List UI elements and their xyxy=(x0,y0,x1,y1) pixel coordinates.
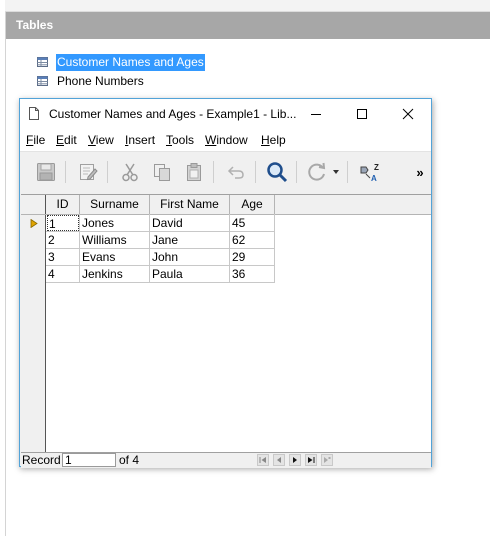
record-number-input[interactable]: 1 xyxy=(62,453,116,467)
chevron-down-icon xyxy=(333,170,339,174)
last-record-button[interactable] xyxy=(305,454,317,466)
refresh-dropdown[interactable] xyxy=(330,160,342,184)
table-item-label: Customer Names and Ages xyxy=(56,53,205,71)
copy-button[interactable] xyxy=(150,160,174,184)
menu-bar: File Edit View Insert Tools Window Help xyxy=(20,129,431,151)
toolbar-separator xyxy=(296,161,297,183)
menu-help[interactable]: Help xyxy=(261,133,286,147)
column-header-age[interactable]: Age xyxy=(230,195,275,214)
cut-icon xyxy=(122,163,138,182)
table-cell-age[interactable]: 36 xyxy=(232,266,274,282)
table-cell-surname[interactable]: Jones xyxy=(82,215,148,231)
new-record-button[interactable] xyxy=(321,454,333,466)
table-cell-id[interactable]: 4 xyxy=(48,266,78,282)
last-record-icon xyxy=(308,457,315,463)
refresh-button[interactable] xyxy=(305,160,329,184)
table-cell-first-name[interactable]: David xyxy=(152,215,228,231)
table-data-view-window[interactable]: Customer Names and Ages - Example1 - Lib… xyxy=(19,98,432,468)
find-button[interactable] xyxy=(265,160,289,184)
menu-insert[interactable]: Insert xyxy=(125,133,155,147)
table-item-label: Phone Numbers xyxy=(57,73,144,88)
table-cell-age[interactable]: 29 xyxy=(232,249,274,265)
toolbar-separator xyxy=(107,161,108,183)
undo-button[interactable] xyxy=(224,160,248,184)
table-item-phone-numbers[interactable]: Phone Numbers xyxy=(37,72,145,90)
table-cell-surname[interactable]: Jenkins xyxy=(82,266,148,282)
paste-icon xyxy=(187,163,201,181)
toolbar-overflow-button[interactable]: » xyxy=(413,160,427,184)
save-button[interactable] xyxy=(34,160,58,184)
table-cell-age[interactable]: 45 xyxy=(232,215,274,231)
menu-window[interactable]: Window xyxy=(205,133,248,147)
table-cell-surname[interactable]: Evans xyxy=(82,249,148,265)
panel-top-strip xyxy=(5,0,490,12)
sort-icon: Z A xyxy=(360,163,379,183)
first-record-button[interactable] xyxy=(257,454,269,466)
table-icon xyxy=(37,76,48,86)
edit-button[interactable] xyxy=(76,160,100,184)
table-cell-first-name[interactable]: Jane xyxy=(152,232,228,248)
corner-cell xyxy=(21,195,46,214)
sort-button[interactable]: Z A xyxy=(358,160,382,184)
undo-icon xyxy=(227,166,244,179)
record-label: Record xyxy=(22,453,61,467)
tables-section-header[interactable]: Tables xyxy=(6,12,490,39)
maximize-icon xyxy=(357,109,367,119)
window-title: Customer Names and Ages - Example1 - Lib… xyxy=(49,107,297,121)
column-header-surname[interactable]: Surname xyxy=(80,195,150,214)
svg-text:Z: Z xyxy=(374,163,379,172)
svg-text:A: A xyxy=(371,174,377,183)
current-row-arrow-icon xyxy=(30,219,38,228)
table-item-customer-names[interactable]: Customer Names and Ages xyxy=(37,53,205,71)
toolbar-separator xyxy=(255,161,256,183)
column-header-id[interactable]: ID xyxy=(46,195,80,214)
table-cell-id[interactable]: 2 xyxy=(48,232,78,248)
table-cell-first-name[interactable]: Paula xyxy=(152,266,228,282)
menu-edit[interactable]: Edit xyxy=(56,133,77,147)
copy-icon xyxy=(154,164,170,181)
cut-button[interactable] xyxy=(118,160,142,184)
panel-left-border xyxy=(5,0,6,536)
more-icon: » xyxy=(416,164,424,180)
toolbar-separator xyxy=(347,161,348,183)
column-header-row: ID Surname First Name Age xyxy=(21,195,431,215)
refresh-icon xyxy=(308,162,326,181)
table-cell-id[interactable]: 1 xyxy=(47,215,79,231)
save-icon xyxy=(37,163,55,181)
minimize-icon xyxy=(311,114,321,115)
previous-record-button[interactable] xyxy=(273,454,285,466)
table-cell-first-name[interactable]: John xyxy=(152,249,228,265)
window-titlebar[interactable]: Customer Names and Ages - Example1 - Lib… xyxy=(20,99,431,129)
close-icon xyxy=(402,108,414,120)
edit-icon xyxy=(80,164,98,181)
paste-button[interactable] xyxy=(182,160,206,184)
first-record-icon xyxy=(259,457,266,463)
table-cell-age[interactable]: 62 xyxy=(232,232,274,248)
row-header-column xyxy=(21,195,46,453)
data-grid[interactable]: ID Surname First Name Age 1 Jones David … xyxy=(21,194,431,453)
toolbar-separator xyxy=(65,161,66,183)
find-icon xyxy=(267,162,288,183)
table-icon xyxy=(37,57,48,67)
record-navigation-bar: Record 1 of 4 xyxy=(21,452,431,468)
toolbar: Z A » xyxy=(20,151,431,190)
grid-line xyxy=(46,282,275,283)
record-count: of 4 xyxy=(119,453,140,467)
table-cell-id[interactable]: 3 xyxy=(48,249,78,265)
toolbar-separator xyxy=(213,161,214,183)
close-button[interactable] xyxy=(385,99,431,129)
minimize-button[interactable] xyxy=(293,99,339,129)
maximize-button[interactable] xyxy=(339,99,385,129)
previous-record-icon xyxy=(277,457,281,463)
new-record-icon xyxy=(324,457,331,463)
document-icon xyxy=(29,107,39,120)
next-record-button[interactable] xyxy=(289,454,301,466)
table-cell-surname[interactable]: Williams xyxy=(82,232,148,248)
column-header-first-name[interactable]: First Name xyxy=(150,195,230,214)
menu-tools[interactable]: Tools xyxy=(166,133,194,147)
menu-file[interactable]: File xyxy=(26,133,45,147)
next-record-icon xyxy=(293,457,297,463)
menu-view[interactable]: View xyxy=(88,133,114,147)
